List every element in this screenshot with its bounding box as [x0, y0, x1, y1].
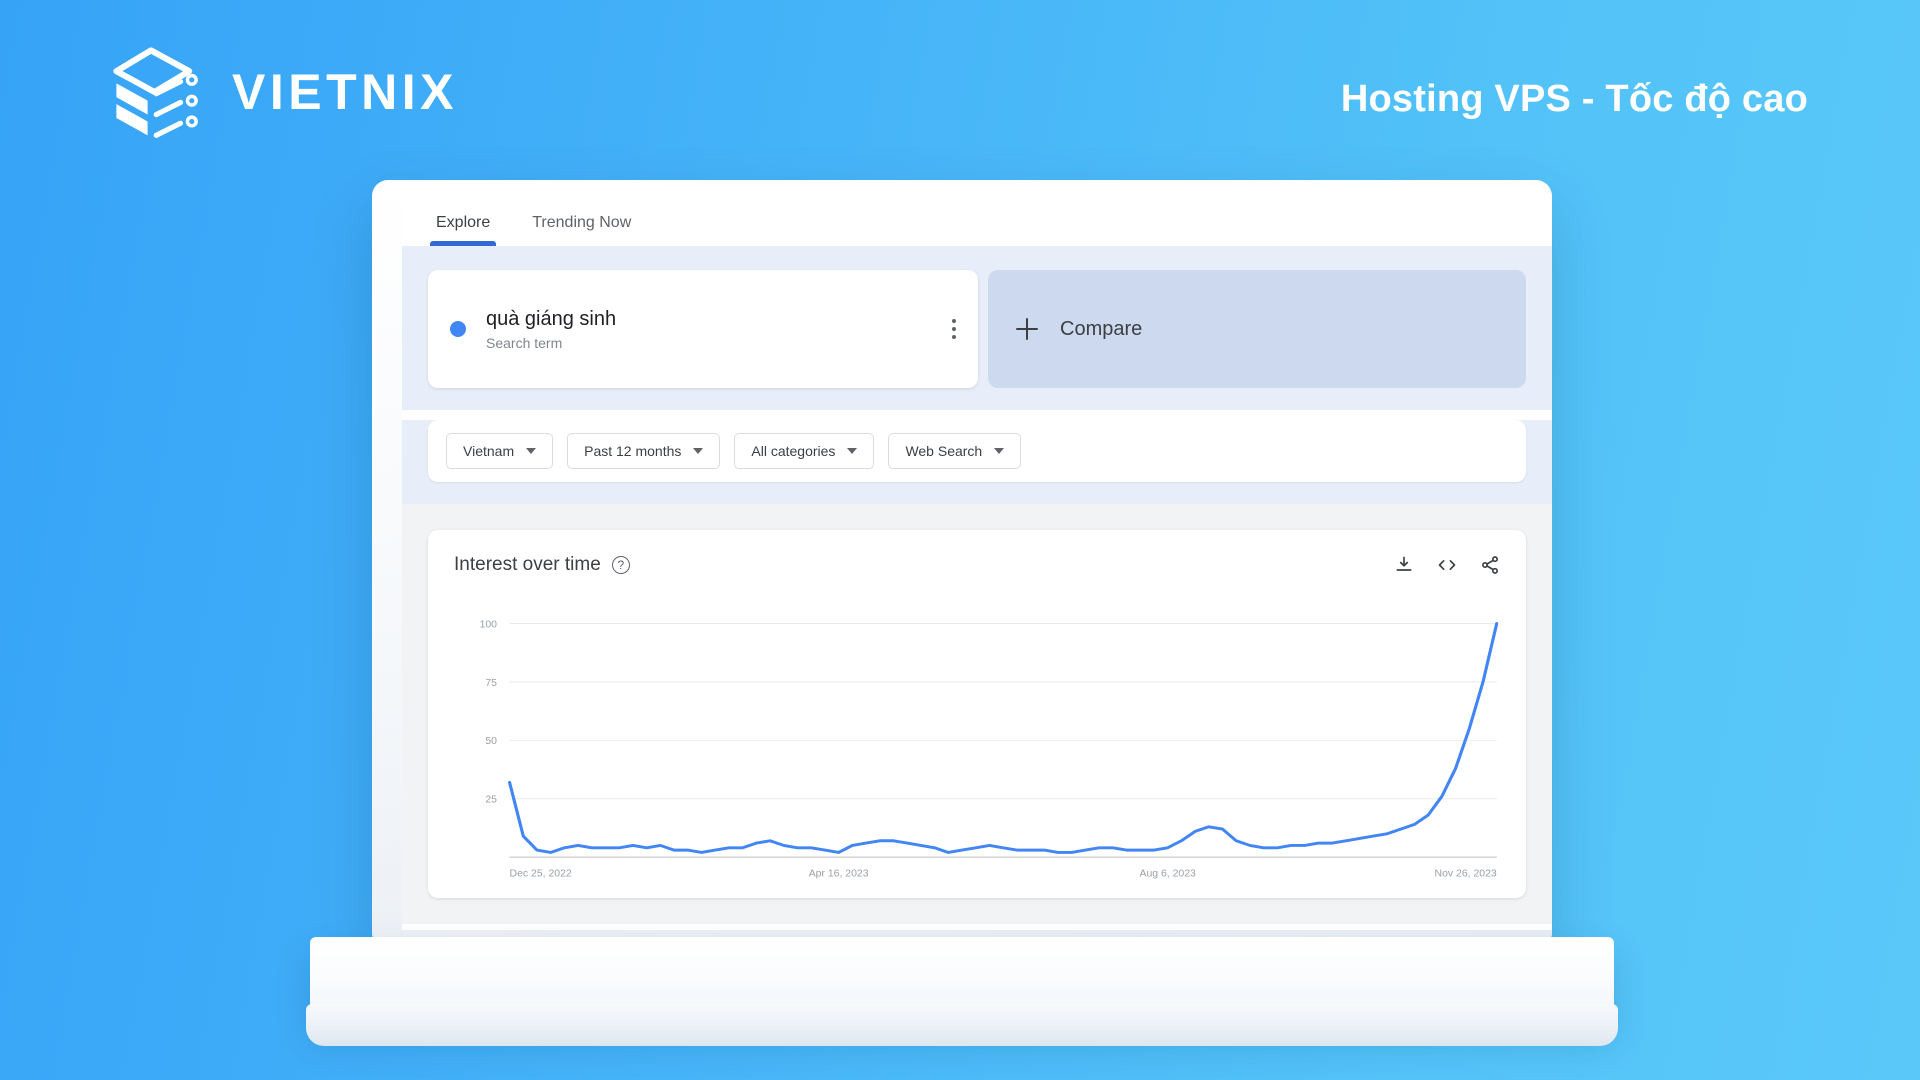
- search-cards-row: quà giáng sinh Search term Compare: [428, 270, 1526, 388]
- poster-headline: Hosting VPS - Tốc độ cao: [1340, 78, 1808, 120]
- filter-location-label: Vietnam: [463, 443, 515, 459]
- chart-title-wrap: Interest over time ?: [454, 554, 630, 576]
- download-icon[interactable]: [1394, 555, 1414, 575]
- x-axis-tick-label: Dec 25, 2022: [510, 869, 573, 880]
- content-area: Interest over time ? 100 75 50 25 Dec 25…: [402, 504, 1552, 924]
- compare-label: Compare: [1060, 317, 1143, 340]
- question-mark-icon[interactable]: ?: [611, 556, 630, 574]
- filter-location[interactable]: Vietnam: [446, 433, 554, 469]
- x-axis-tick-label: Nov 26, 2023: [1435, 869, 1498, 880]
- filter-search-type-label: Web Search: [905, 443, 983, 459]
- interest-over-time-card: Interest over time ? 100 75 50 25 Dec 25…: [428, 530, 1526, 898]
- chevron-down-icon: [693, 448, 704, 454]
- laptop-screen: Explore Trending Now quà giáng sinh Sear…: [402, 186, 1552, 930]
- y-axis-tick-label: 75: [485, 678, 497, 689]
- chevron-down-icon: [526, 448, 537, 454]
- interest-over-time-plot: 100 75 50 25 Dec 25, 2022 Apr 16, 2023 Aug 6, …: [428, 606, 1526, 898]
- chart-actions: [1394, 555, 1500, 575]
- chevron-down-icon: [994, 448, 1005, 454]
- y-axis-tick-label: 50: [485, 737, 497, 748]
- filter-category-label: All categories: [751, 443, 836, 459]
- filter-time-range[interactable]: Past 12 months: [567, 433, 721, 469]
- filter-time-range-label: Past 12 months: [584, 443, 682, 459]
- filters-wrapper: Vietnam Past 12 months All categories We…: [402, 420, 1552, 504]
- tab-explore[interactable]: Explore: [430, 214, 497, 246]
- x-axis-tick-label: Aug 6, 2023: [1139, 869, 1196, 880]
- poster-canvas: VIETNIX Hosting VPS - Tốc độ cao Explore…: [0, 0, 1920, 1080]
- brand-lockup: VIETNIX: [106, 40, 458, 144]
- laptop-mockup: Explore Trending Now quà giáng sinh Sear…: [0, 0, 1920, 1080]
- compare-button[interactable]: Compare: [988, 270, 1526, 388]
- chart-series-line: [507, 622, 1499, 854]
- laptop-base-lip: [306, 1004, 1618, 1046]
- plus-icon: [1016, 318, 1038, 340]
- share-icon[interactable]: [1480, 555, 1500, 575]
- chevron-down-icon: [847, 448, 858, 454]
- x-axis-tick-label: Apr 16, 2023: [809, 869, 869, 880]
- filter-category[interactable]: All categories: [734, 433, 875, 469]
- search-term-text: quà giáng sinh Search term: [486, 307, 616, 351]
- brand-name: VIETNIX: [232, 64, 458, 120]
- stacked-layers-icon: [113, 47, 198, 138]
- filter-search-type[interactable]: Web Search: [888, 433, 1022, 469]
- chart-title: Interest over time: [454, 554, 601, 575]
- chart-header: Interest over time ?: [454, 554, 1500, 576]
- search-term-type: Search term: [486, 335, 563, 351]
- tab-trending-now[interactable]: Trending Now: [526, 214, 637, 246]
- kebab-menu-icon[interactable]: [952, 319, 956, 339]
- embed-code-icon[interactable]: [1436, 555, 1458, 575]
- google-trends-app: Explore Trending Now quà giáng sinh Sear…: [402, 186, 1552, 930]
- search-term-card[interactable]: quà giáng sinh Search term: [428, 270, 978, 388]
- series-color-dot: [450, 321, 466, 337]
- y-axis-tick-label: 25: [485, 795, 497, 806]
- search-term-value: quà giáng sinh: [486, 308, 617, 330]
- search-panel: quà giáng sinh Search term Compare: [402, 246, 1552, 410]
- y-axis-tick-label: 100: [480, 620, 498, 631]
- filters-bar: Vietnam Past 12 months All categories We…: [428, 420, 1526, 482]
- line-chart: 100 75 50 25 Dec 25, 2022 Apr 16, 2023 Aug 6, …: [480, 620, 1499, 880]
- tab-bar: Explore Trending Now: [402, 186, 1552, 246]
